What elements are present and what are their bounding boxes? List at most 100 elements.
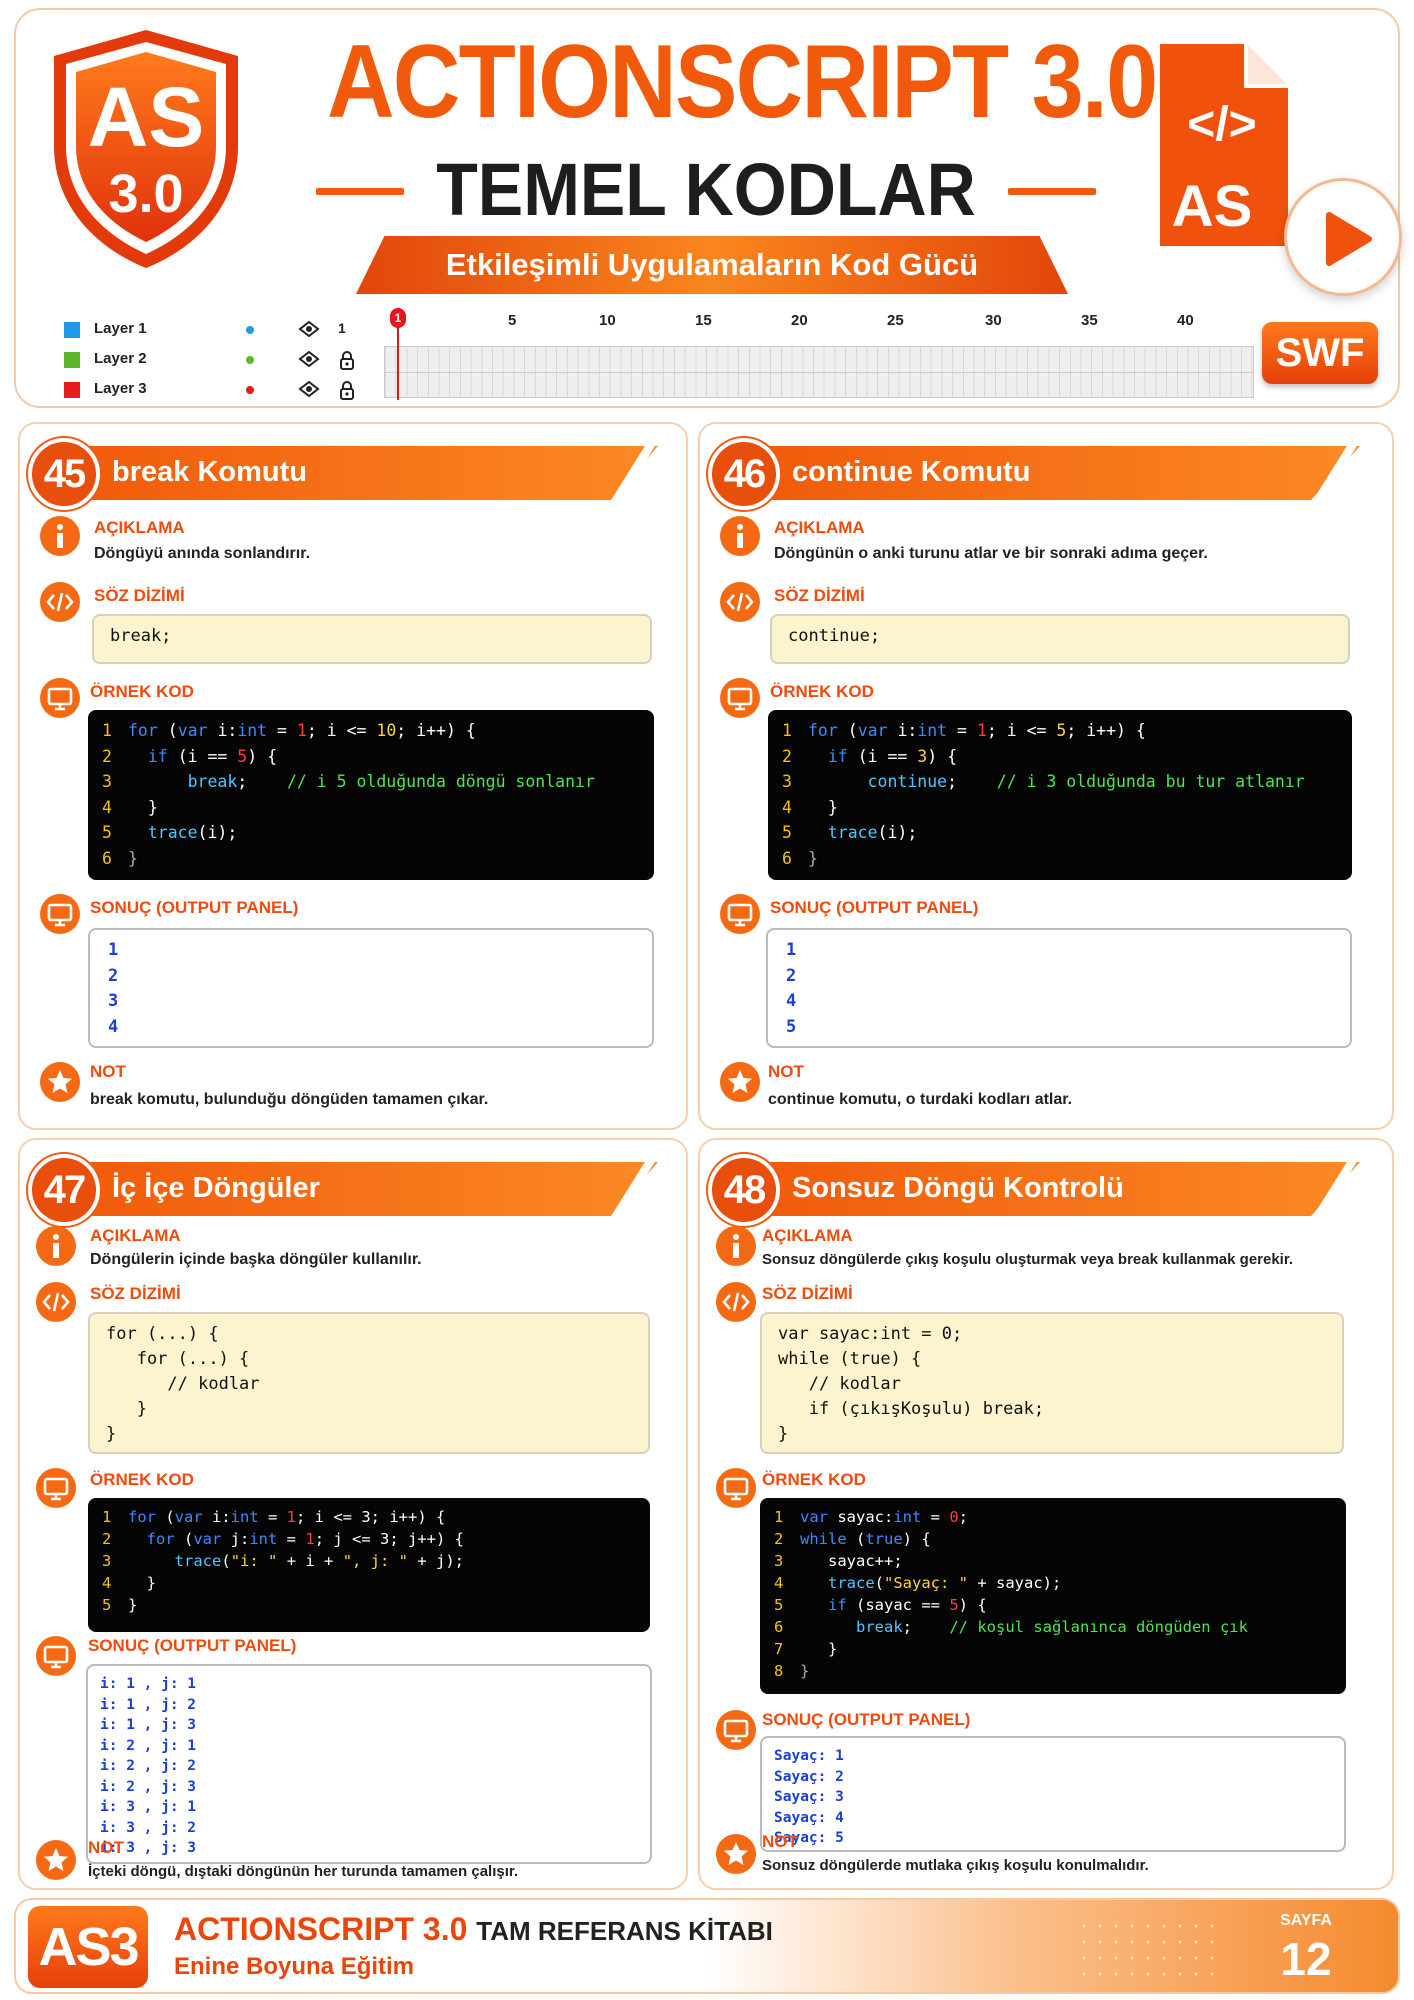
section-label-output: SONUÇ (OUTPUT PANEL) — [762, 1710, 971, 1729]
eye-icon[interactable] — [298, 320, 320, 338]
line-number: 6 — [102, 848, 112, 868]
monitor-icon — [720, 678, 760, 718]
code-token: 1 — [296, 721, 307, 740]
info-icon — [716, 1226, 756, 1266]
code-token: 5 — [237, 746, 248, 766]
code-line: 2 while (true) { — [774, 1528, 1332, 1550]
page: AS 3.0 ACTIONSCRIPT 3.0 TEMEL KODLAR Etk… — [0, 0, 1414, 2000]
code-token: // i 3 olduğunda bu tur atlanır — [996, 772, 1305, 791]
code-line: 1 var sayac:int = 0; — [774, 1506, 1332, 1528]
code-line: 8} — [774, 1660, 1332, 1682]
section-label-example: ÖRNEK KOD — [762, 1470, 866, 1489]
code-token: (i == — [857, 746, 918, 766]
card-break: 45 break Komutu AÇIKLAMA Döngüyü anında … — [18, 422, 688, 1130]
as3-shield-logo: AS 3.0 — [54, 30, 238, 268]
code-token: ; — [947, 772, 997, 791]
shield-text-as: AS — [88, 70, 205, 164]
code-token: (i); — [877, 823, 918, 842]
section-label-syntax: SÖZ DİZİMİ — [90, 1284, 181, 1303]
play-button[interactable] — [1284, 178, 1402, 296]
code-token: for — [146, 1530, 184, 1548]
card-title: break Komutu — [112, 456, 307, 488]
line-number: 1 — [782, 721, 792, 740]
section-label-syntax: SÖZ DİZİMİ — [762, 1284, 853, 1303]
card-header: 48 Sonsuz Döngü Kontrolü — [708, 1154, 1388, 1226]
card-number: 48 — [708, 1154, 780, 1226]
monitor-icon — [36, 1468, 76, 1508]
ruler-tick: 10 — [599, 312, 616, 329]
timeline-layer[interactable]: Layer 1 1 — [44, 316, 374, 344]
ruler-tick: 25 — [887, 312, 904, 329]
code-token: (sayac == — [856, 1596, 950, 1614]
card-title: continue Komutu — [792, 456, 1031, 488]
code-block: 1 var sayac:int = 0; 2 while (true) {3 saya… — [760, 1498, 1346, 1694]
card-description: Döngüyü anında sonlandırır. — [94, 545, 311, 562]
section-label-aciklama: AÇIKLAMA — [90, 1226, 181, 1245]
star-icon — [720, 1062, 760, 1102]
page-number: 12 — [1280, 1933, 1332, 1985]
code-token: "i: " — [230, 1552, 278, 1570]
card-header: 46 continue Komutu — [708, 438, 1388, 510]
timeline-frames[interactable] — [384, 346, 1254, 398]
output-panel: 1 2 4 5 — [766, 928, 1352, 1048]
code-line: 6} — [782, 846, 1338, 872]
code-token: 1 — [976, 721, 987, 740]
code-token: = — [277, 1530, 306, 1548]
ruler-tick: 20 — [791, 312, 808, 329]
code-token: trace — [147, 823, 198, 842]
card-header: 45 break Komutu — [28, 438, 678, 510]
section-label-output: SONUÇ (OUTPUT PANEL) — [90, 898, 299, 917]
code-token: if — [827, 746, 858, 766]
code-line: 5 trace(i); — [102, 820, 640, 846]
section-label-syntax: SÖZ DİZİMİ — [774, 586, 865, 605]
footer: AS3 ACTIONSCRIPT 3.0 TAM REFERANS KİTABI… — [14, 1898, 1400, 1994]
code-token: + sayac); — [968, 1574, 1062, 1592]
layer-frame-number: 1 — [338, 320, 346, 336]
layer-color-swatch — [64, 322, 80, 338]
monitor-icon — [716, 1468, 756, 1508]
line-number: 6 — [782, 848, 792, 868]
line-number: 6 — [774, 1618, 784, 1636]
card-infinite-loop: 48 Sonsuz Döngü Kontrolü AÇIKLAMA Sonsuz… — [698, 1138, 1394, 1890]
code-token: 3 — [917, 746, 928, 766]
line-number: 3 — [782, 772, 792, 791]
code-icon — [716, 1282, 756, 1322]
lock-icon[interactable] — [338, 350, 356, 370]
code-token: if — [828, 1596, 856, 1614]
code-line: 7 } — [774, 1638, 1332, 1660]
footer-title-suffix: TAM REFERANS KİTABI — [476, 1916, 773, 1946]
code-line: 3 continue; // i 3 olduğunda bu tur atla… — [782, 769, 1338, 795]
lock-icon[interactable] — [338, 380, 356, 400]
timeline-playhead[interactable]: 1 — [390, 308, 406, 400]
code-token: int — [917, 721, 948, 740]
code-token: // i 5 olduğunda döngü sonlanır — [286, 772, 595, 791]
eye-icon[interactable] — [298, 350, 320, 368]
code-line: 4 } — [782, 795, 1338, 821]
code-token: j: — [230, 1530, 250, 1548]
header-stripes — [608, 446, 678, 500]
line-number: 2 — [102, 746, 112, 766]
code-line: 4 } — [102, 1572, 636, 1594]
code-token: break — [187, 772, 238, 791]
code-token: } — [128, 1596, 138, 1614]
line-number: 5 — [102, 1596, 112, 1614]
timeline-layer[interactable]: Layer 3 — [44, 376, 374, 404]
footer-title-main: ACTIONSCRIPT 3.0 — [174, 1911, 468, 1947]
page-title: ACTIONSCRIPT 3.0 — [327, 24, 1158, 140]
monitor-icon — [40, 678, 80, 718]
code-token: } — [800, 1662, 810, 1680]
timeline-layer[interactable]: Layer 2 — [44, 346, 374, 374]
code-token: ; i <= — [306, 721, 377, 740]
eye-icon[interactable] — [298, 380, 320, 398]
page-label: SAYFA — [1280, 1912, 1332, 1929]
header-stripes — [1310, 446, 1380, 500]
code-block: 1 for (var i:int = 1; i <= 5; i++) {2 if … — [768, 710, 1352, 880]
code-token: } — [800, 1640, 838, 1658]
